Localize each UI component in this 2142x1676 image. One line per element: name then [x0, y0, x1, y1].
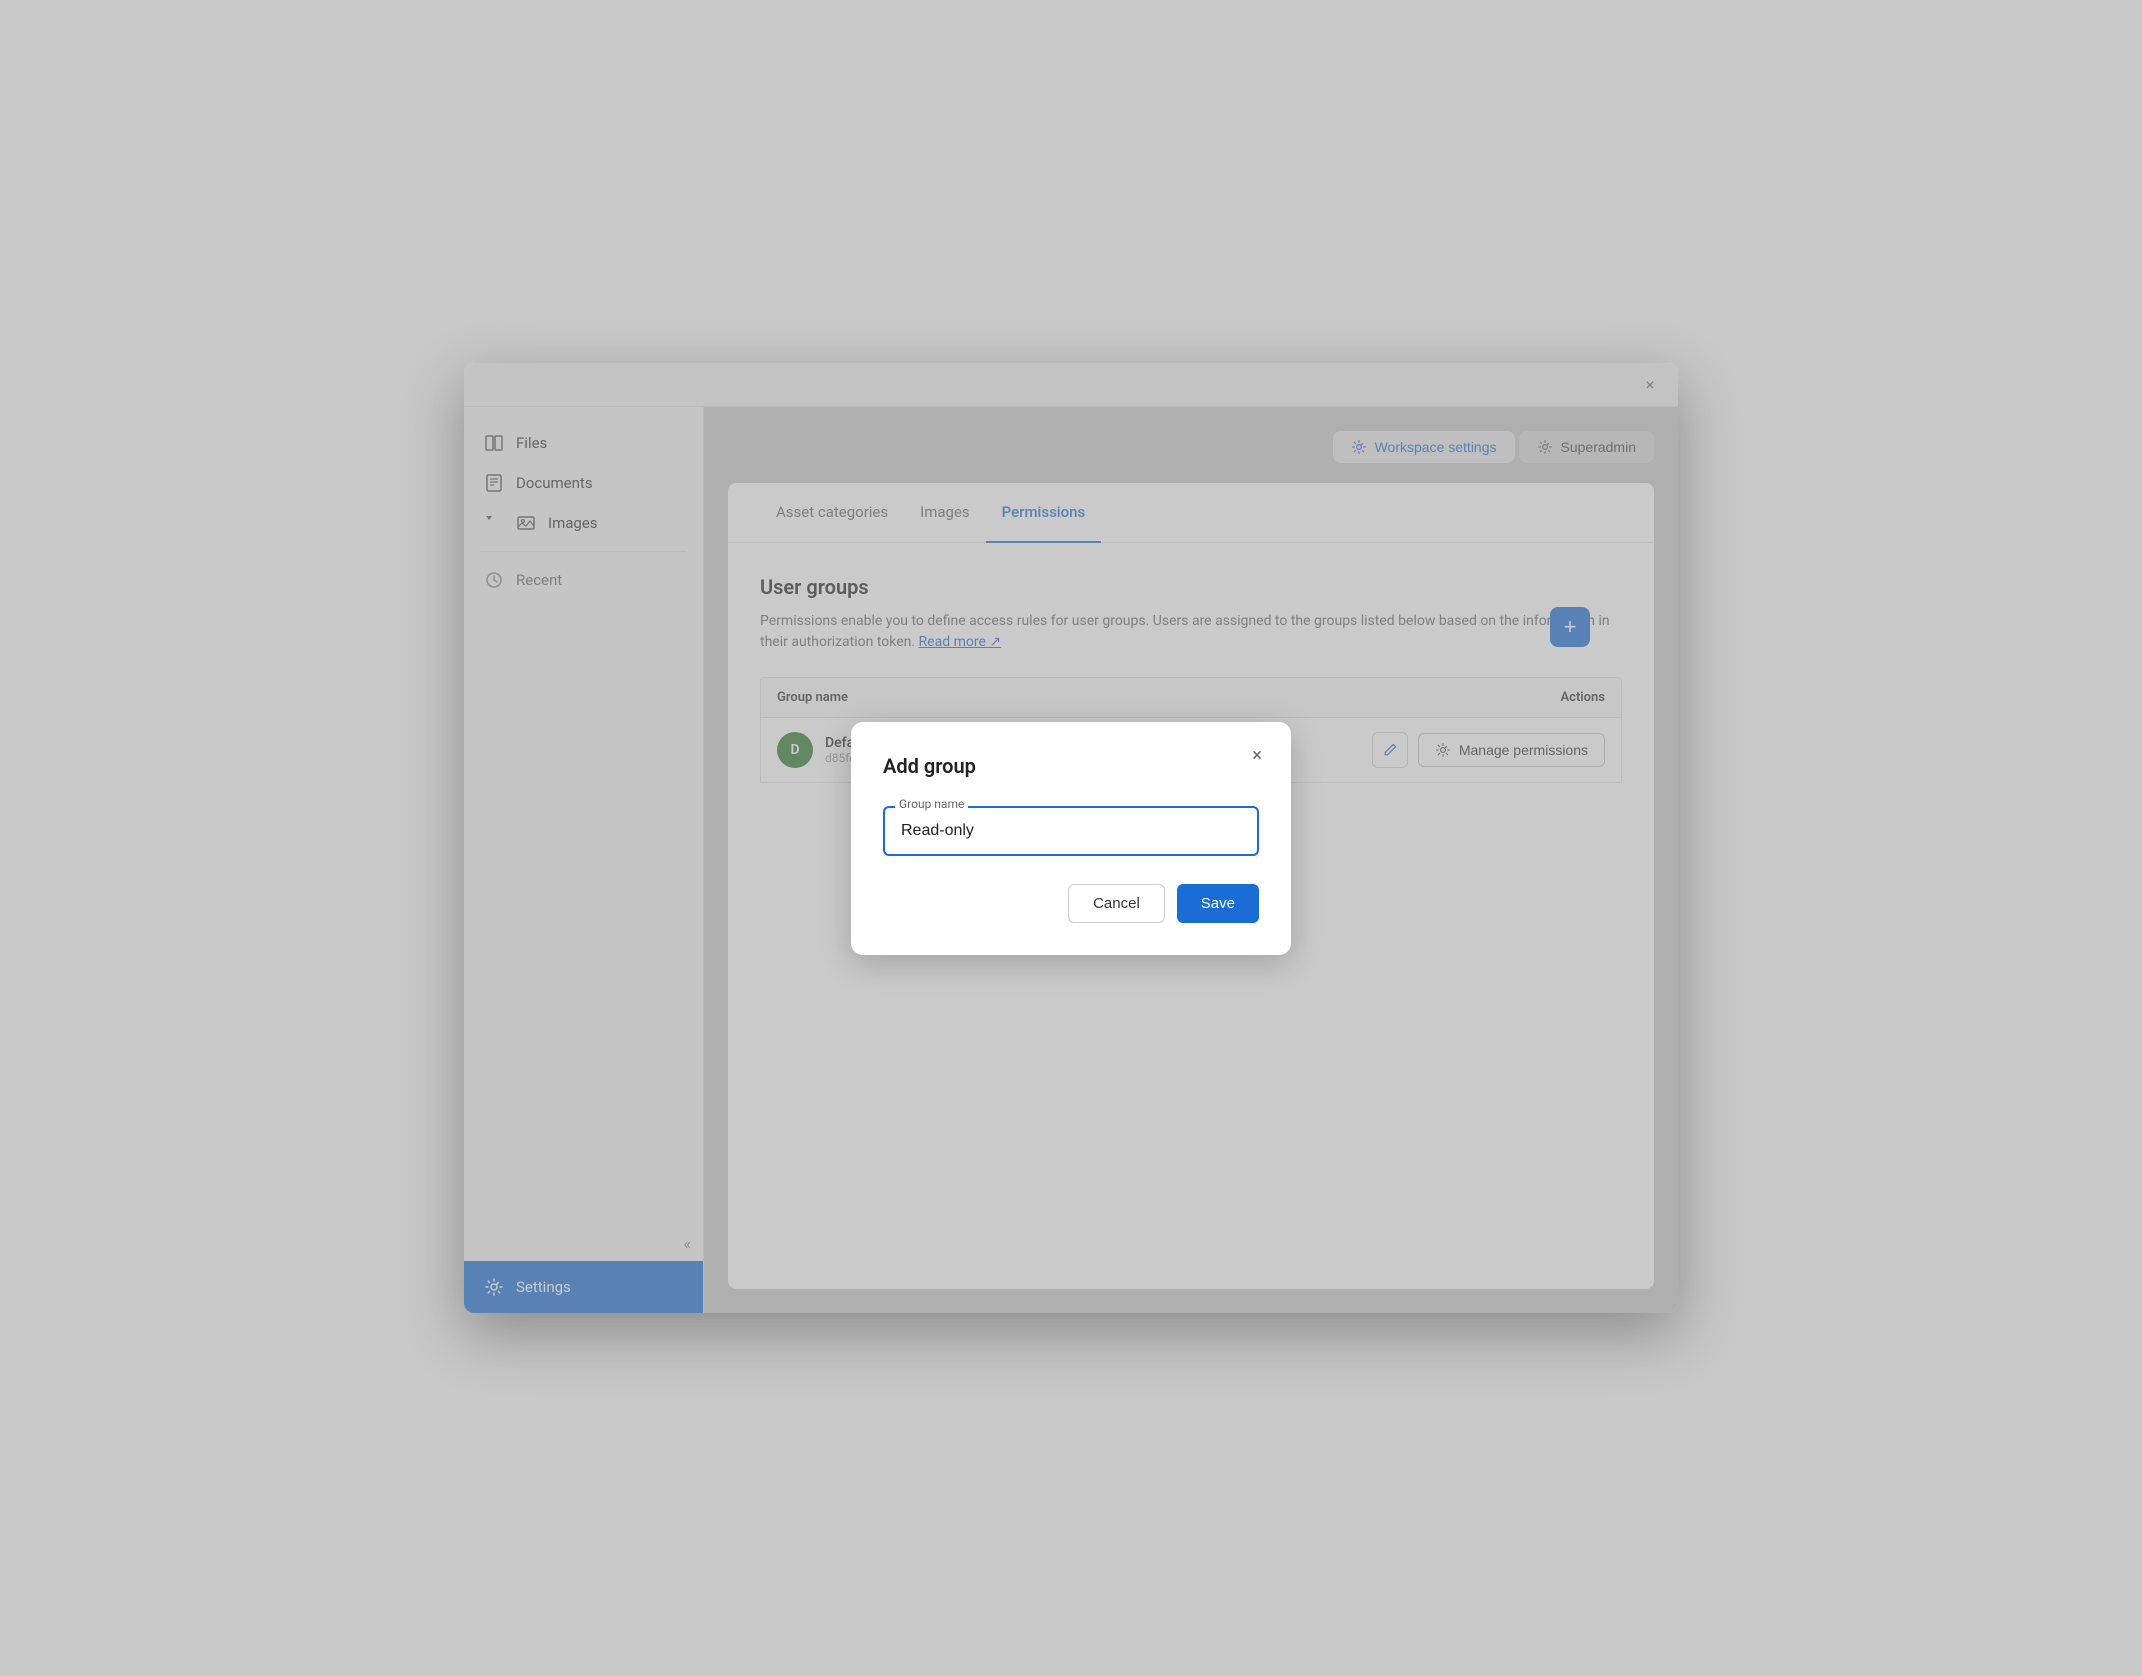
group-name-label: Group name	[895, 797, 968, 811]
content-area: Workspace settings Superadmin	[704, 407, 1678, 1313]
main-panel: Asset categories Images Permissions User…	[728, 483, 1654, 1289]
modal-close-button[interactable]: ×	[1243, 742, 1271, 770]
app-window: × Files	[464, 363, 1678, 1313]
modal-title: Add group	[883, 754, 1259, 778]
group-name-input[interactable]	[883, 806, 1259, 856]
modal-overlay: × Add group Group name Cancel Save	[728, 483, 1654, 1289]
main-layout: Files Documents	[464, 407, 1678, 1313]
save-button[interactable]: Save	[1177, 884, 1259, 923]
modal-actions: Cancel Save	[883, 884, 1259, 923]
add-group-modal: × Add group Group name Cancel Save	[851, 722, 1291, 955]
group-name-form-group: Group name	[883, 806, 1259, 856]
cancel-button[interactable]: Cancel	[1068, 884, 1165, 923]
